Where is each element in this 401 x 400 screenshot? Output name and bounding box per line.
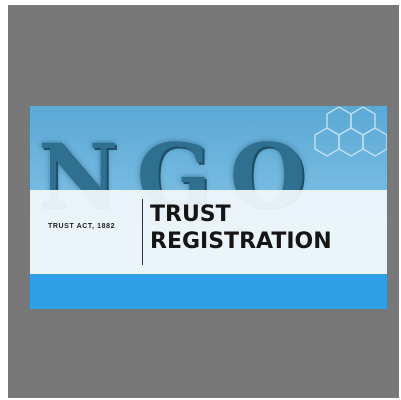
screen: NGO TRUST ACT, 1882 TRUST REGISTRATION bbox=[0, 0, 401, 400]
act-label: TRUST ACT, 1882 bbox=[48, 223, 116, 230]
title-divider bbox=[142, 199, 143, 265]
trust-registration-banner: NGO TRUST ACT, 1882 TRUST REGISTRATION bbox=[30, 106, 387, 309]
accent-bar bbox=[30, 274, 387, 309]
banner-title: TRUST REGISTRATION bbox=[150, 201, 332, 255]
title-line-2: REGISTRATION bbox=[150, 229, 332, 254]
title-line-1: TRUST bbox=[150, 202, 231, 227]
media-viewport: NGO TRUST ACT, 1882 TRUST REGISTRATION bbox=[8, 5, 399, 398]
